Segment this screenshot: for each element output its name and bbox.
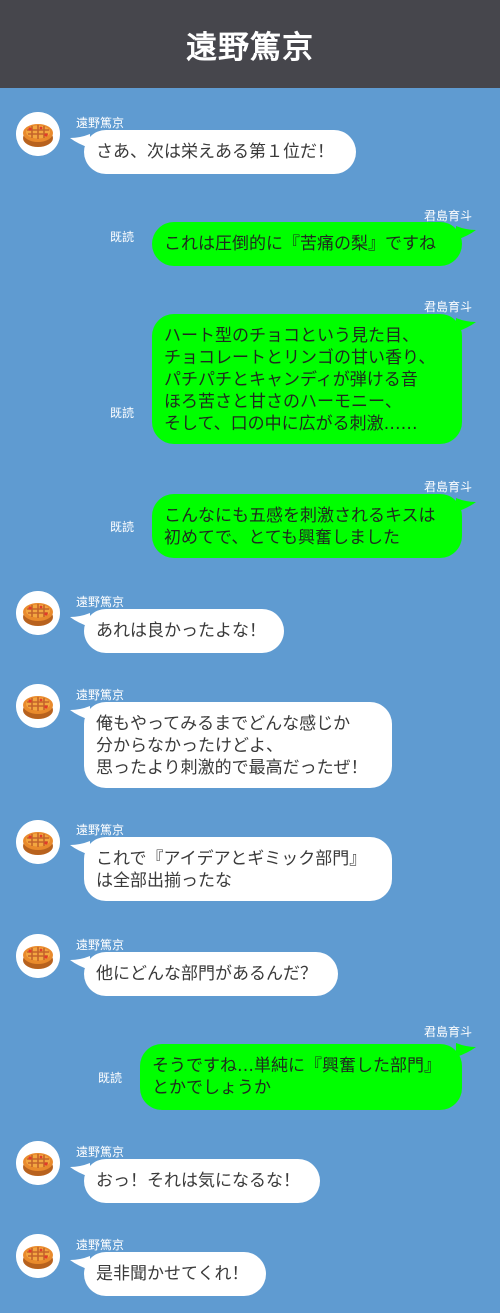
pie-avatar-icon[interactable] xyxy=(16,820,60,864)
message-bubble[interactable]: こんなにも五感を刺激されるキスは 初めてで、とても興奮しました xyxy=(152,494,462,558)
pie-avatar-icon[interactable] xyxy=(16,1141,60,1185)
message-bubble[interactable]: おっ！それは気になるな！ xyxy=(84,1159,320,1203)
message-bubble[interactable]: 俺もやってみるまでどんな感じか 分からなかったけどよ、 思ったより刺激的で最高だ… xyxy=(84,702,392,788)
read-receipt: 既読 xyxy=(98,1071,123,1085)
message-bubble[interactable]: これで『アイデアとギミック部門』 は全部出揃ったな xyxy=(84,837,392,901)
sender-name: 君島育斗 xyxy=(423,300,472,314)
sender-name: 君島育斗 xyxy=(423,480,472,494)
sender-name: 君島育斗 xyxy=(423,1025,472,1039)
message-bubble[interactable]: そうですね…単純に『興奮した部門』 とかでしょうか xyxy=(140,1044,462,1110)
message-bubble[interactable]: 是非聞かせてくれ！ xyxy=(84,1252,266,1296)
sender-name: 遠野篤京 xyxy=(76,688,125,702)
message-bubble[interactable]: ハート型のチョコという見た目、 チョコレートとリンゴの甘い香り、 パチパチとキャ… xyxy=(152,314,462,444)
pie-avatar-icon[interactable] xyxy=(16,684,60,728)
message-bubble[interactable]: 他にどんな部門があるんだ？ xyxy=(84,952,338,996)
pie-avatar-icon[interactable] xyxy=(16,934,60,978)
sender-name: 遠野篤京 xyxy=(76,938,125,952)
message-bubble[interactable]: さあ、次は栄えある第１位だ！ xyxy=(84,130,356,174)
message-bubble[interactable]: あれは良かったよな！ xyxy=(84,609,284,653)
pie-avatar-icon[interactable] xyxy=(16,1234,60,1278)
read-receipt: 既読 xyxy=(110,406,135,420)
pie-avatar-icon[interactable] xyxy=(16,112,60,156)
sender-name: 遠野篤京 xyxy=(76,1238,125,1252)
chat-header: 遠野篤京 xyxy=(0,0,500,88)
pie-avatar-icon[interactable] xyxy=(16,591,60,635)
sender-name: 遠野篤京 xyxy=(76,116,125,130)
sender-name: 遠野篤京 xyxy=(76,823,125,837)
sender-name: 遠野篤京 xyxy=(76,595,125,609)
sender-name: 遠野篤京 xyxy=(76,1145,125,1159)
chat-title: 遠野篤京 xyxy=(186,29,314,66)
read-receipt: 既読 xyxy=(110,230,135,244)
message-bubble[interactable]: これは圧倒的に『苦痛の梨』ですね xyxy=(152,222,462,266)
read-receipt: 既読 xyxy=(110,520,135,534)
